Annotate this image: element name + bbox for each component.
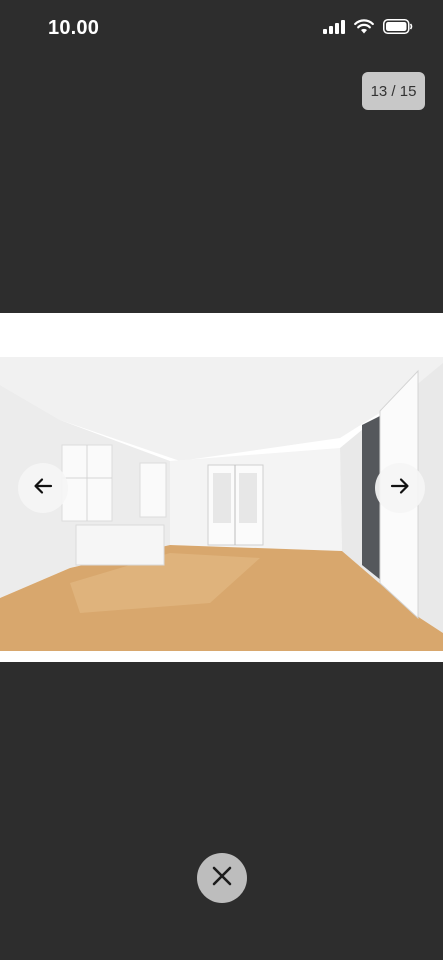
status-bar: 10.00	[0, 0, 443, 60]
close-icon	[211, 865, 233, 892]
next-photo-button[interactable]	[375, 463, 425, 513]
wifi-icon	[354, 19, 374, 39]
arrow-left-icon	[32, 475, 54, 502]
signal-icon	[323, 19, 345, 39]
status-icons	[323, 19, 413, 39]
status-time: 10.00	[48, 17, 100, 39]
arrow-right-icon	[389, 475, 411, 502]
previous-photo-button[interactable]	[18, 463, 68, 513]
photo-viewer-screen: 10.00 13 / 15	[0, 0, 443, 960]
close-button[interactable]	[197, 853, 247, 903]
photo-counter: 13 / 15	[362, 72, 425, 110]
battery-icon	[383, 19, 413, 39]
